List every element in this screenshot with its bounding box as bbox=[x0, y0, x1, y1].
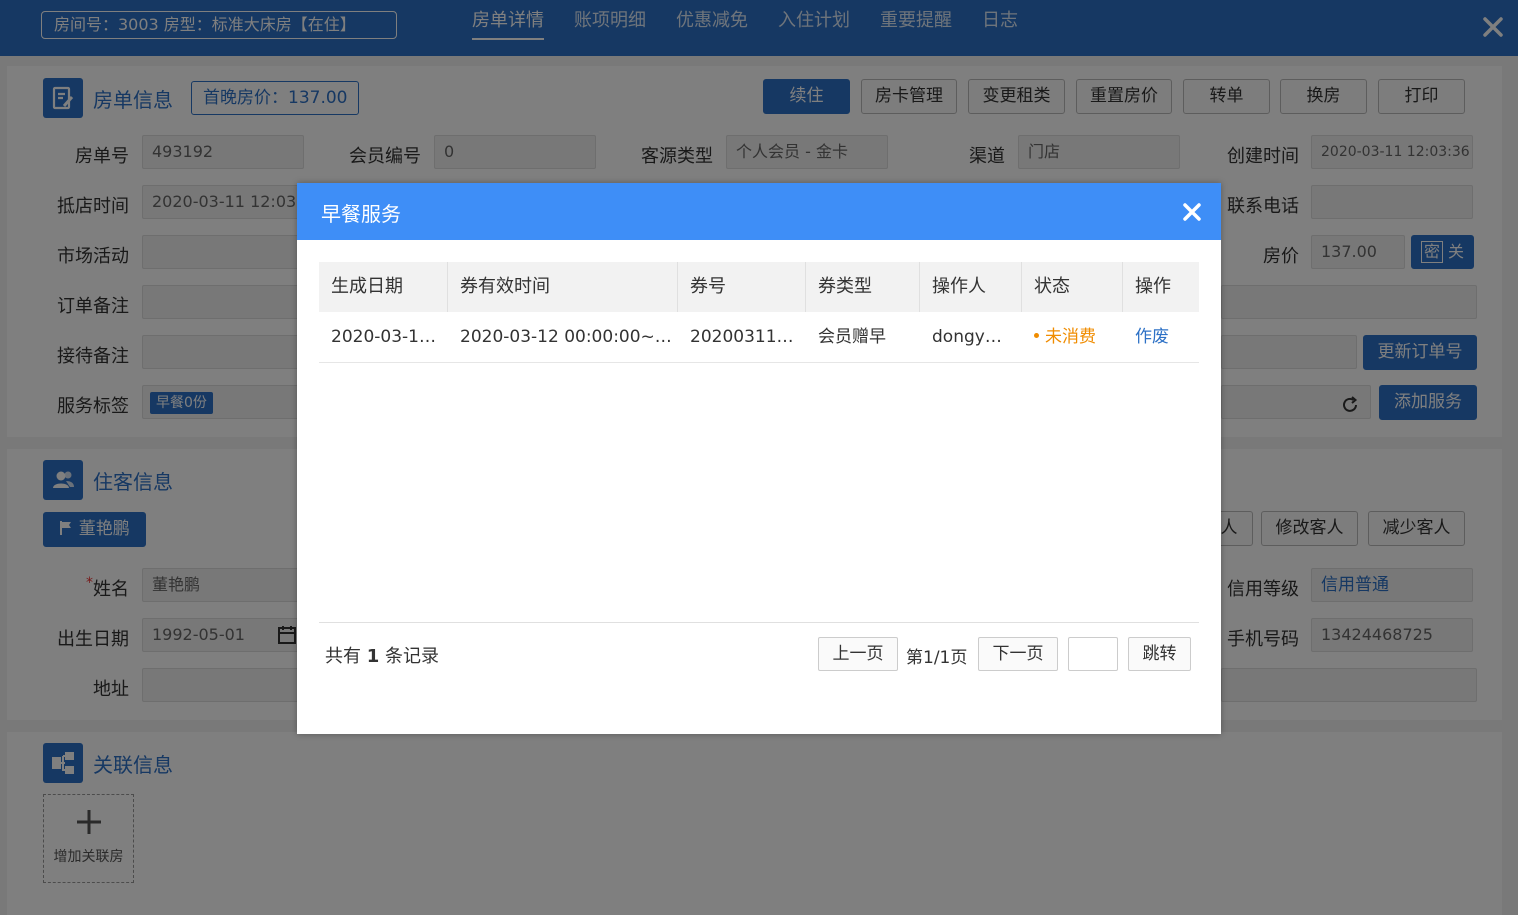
modal-header: 早餐服务 bbox=[297, 183, 1221, 240]
next-page-button[interactable]: 下一页 bbox=[978, 637, 1058, 671]
total-suffix: 条记录 bbox=[385, 646, 439, 667]
total-count: 1 bbox=[366, 646, 380, 667]
status-dot-icon bbox=[1034, 332, 1039, 338]
table-row: 2020-03-1… 2020-03-12 00:00:00~… 2020031… bbox=[319, 312, 1199, 363]
footer-divider bbox=[319, 622, 1199, 623]
cell-created: 2020-03-1… bbox=[331, 327, 436, 347]
total-prefix: 共有 bbox=[325, 646, 361, 667]
cell-valid: 2020-03-12 00:00:00~… bbox=[460, 327, 672, 347]
col-action: 操作 bbox=[1135, 276, 1171, 297]
prev-page-button[interactable]: 上一页 bbox=[818, 637, 898, 671]
cell-status: 未消费 bbox=[1022, 312, 1123, 362]
cell-action: 作废 bbox=[1123, 312, 1199, 362]
breakfast-service-modal: 早餐服务 生成日期 券有效时间 券号 券类型 操作人 状态 操作 2020-03… bbox=[297, 183, 1221, 734]
col-coupon-type: 券类型 bbox=[806, 262, 920, 312]
col-status: 状态 bbox=[1022, 262, 1123, 312]
coupon-table: 生成日期 券有效时间 券号 券类型 操作人 状态 操作 2020-03-1… 2… bbox=[319, 262, 1199, 363]
col-valid: 券有效时间 bbox=[448, 262, 678, 312]
cell-coupon-no: 20200311… bbox=[690, 327, 794, 347]
jump-button[interactable]: 跳转 bbox=[1128, 637, 1191, 671]
col-coupon-no: 券号 bbox=[678, 262, 806, 312]
col-operator: 操作人 bbox=[920, 262, 1022, 312]
cell-operator: dongy… bbox=[932, 327, 1002, 347]
void-coupon-link[interactable]: 作废 bbox=[1135, 327, 1169, 347]
col-created: 生成日期 bbox=[319, 262, 448, 312]
cell-coupon-type: 会员赠早 bbox=[818, 327, 886, 347]
close-icon[interactable] bbox=[1181, 201, 1203, 223]
page-info: 第1/1页 bbox=[906, 648, 968, 668]
table-header: 生成日期 券有效时间 券号 券类型 操作人 状态 操作 bbox=[319, 262, 1199, 312]
modal-title: 早餐服务 bbox=[321, 202, 401, 226]
total-records: 共有 1 条记录 bbox=[325, 642, 439, 668]
status-text: 未消费 bbox=[1045, 327, 1096, 347]
page-jump-input[interactable] bbox=[1068, 637, 1118, 671]
